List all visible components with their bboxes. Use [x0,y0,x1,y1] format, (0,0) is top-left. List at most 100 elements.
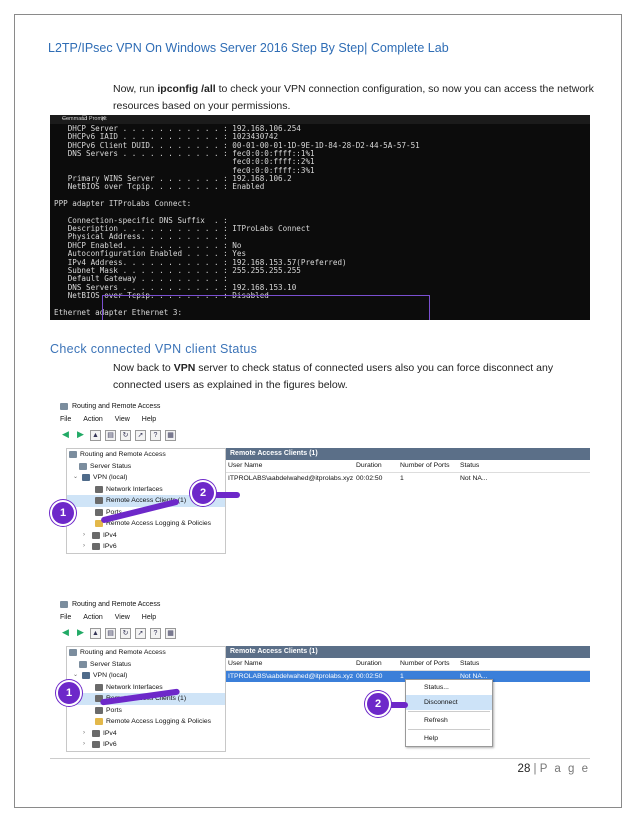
column-duration[interactable]: Duration [356,460,400,472]
ipv6-icon [92,741,100,749]
ppp-adapter-highlight-box [102,295,430,320]
window-controls-icon: — ☐ ✕ [62,116,112,122]
menu-file[interactable]: File [60,614,71,621]
back-icon[interactable]: ◀ [60,628,71,639]
forward-icon[interactable]: ▶ [75,628,86,639]
column-user-name[interactable]: User Name [226,658,356,670]
help-icon[interactable]: ? [150,430,161,441]
column-status[interactable]: Status [460,658,500,670]
footer-separator: | [533,763,537,775]
toolbar: ◀ ▶ ▲ ▤ ↻ ➚ ? ▦ [60,628,176,639]
menu-file[interactable]: File [60,416,71,423]
up-folder-icon[interactable]: ▲ [90,430,101,441]
ipv4-icon [92,729,100,737]
cell-status: Not NA... [460,475,488,482]
column-number-of-ports[interactable]: Number of Ports [400,460,460,472]
tree-label: Ports [106,706,122,714]
window-title: Routing and Remote Access [72,402,161,410]
cell-duration: 00:02:50 [356,673,383,680]
export-icon[interactable]: ➚ [135,430,146,441]
refresh-icon[interactable]: ↻ [120,628,131,639]
cell-ports: 1 [400,475,404,482]
cmd-line: PPP adapter ITProLabs Connect: [54,199,192,209]
vpn-server-icon [82,474,90,482]
menu-item-refresh[interactable]: Refresh [406,713,492,728]
menu-view[interactable]: View [115,416,130,423]
ipv6-icon [92,543,100,551]
show-hide-tree-icon[interactable]: ▤ [105,628,116,639]
chevron-right-icon[interactable]: › [83,541,89,553]
tree-label: Server Status [90,462,132,470]
refresh-icon[interactable]: ↻ [120,430,131,441]
tree-item-ipv4[interactable]: › IPv4 [67,530,225,542]
menu-help[interactable]: Help [142,614,156,621]
details-pane: Remote Access Clients (1) User Name Dura… [226,448,590,484]
column-status[interactable]: Status [460,460,500,472]
section-heading: Check connected VPN client Status [50,342,258,356]
menu-action[interactable]: Action [83,416,102,423]
export-icon[interactable]: ➚ [135,628,146,639]
tree-item-vpn[interactable]: ⌄ VPN (local) [67,670,225,682]
chevron-right-icon[interactable]: › [83,728,89,740]
up-folder-icon[interactable]: ▲ [90,628,101,639]
tree-item-root[interactable]: Routing and Remote Access [67,449,225,461]
menubar: File Action View Help [60,416,156,423]
menu-item-help[interactable]: Help [406,731,492,746]
back-icon[interactable]: ◀ [60,430,71,441]
table-row[interactable]: ITPROLABS\aabdelwahed@itprolabs.xyz 00:0… [226,473,590,484]
intro-paragraph: Now, run ipconfig /all to check your VPN… [113,81,594,115]
tree-item-ipv4[interactable]: › IPv4 [67,728,225,740]
tree-label: Routing and Remote Access [80,451,166,458]
toolbar: ◀ ▶ ▲ ▤ ↻ ➚ ? ▦ [60,430,176,441]
menu-item-status[interactable]: Status... [406,680,492,695]
menu-help[interactable]: Help [142,416,156,423]
menu-item-disconnect[interactable]: Disconnect [406,695,492,710]
column-user-name[interactable]: User Name [226,460,356,472]
column-number-of-ports[interactable]: Number of Ports [400,658,460,670]
tree-item-logging[interactable]: Remote Access Logging & Policies [67,518,225,530]
menu-separator [408,711,490,712]
tree-item-network-interfaces[interactable]: Network Interfaces [67,682,225,694]
chevron-right-icon[interactable]: › [83,739,89,751]
tree-item-ipv6[interactable]: › IPv6 [67,739,225,751]
tree-label: Network Interfaces [106,485,163,493]
server-icon [69,649,77,657]
tree-item-ipv6[interactable]: › IPv6 [67,541,225,553]
cell-user: ITPROLABS\aabdelwahed@itprolabs.xyz [228,673,354,680]
column-duration[interactable]: Duration [356,658,400,670]
tree-item-logging[interactable]: Remote Access Logging & Policies [67,716,225,728]
menu-action[interactable]: Action [83,614,102,621]
tree-item-ports[interactable]: Ports [67,705,225,717]
forward-icon[interactable]: ▶ [75,430,86,441]
tree-label: IPv4 [103,531,117,539]
cmd-line: NetBIOS over Tcpip. . . . . . . . : Enab… [54,182,265,192]
window-title: Routing and Remote Access [72,600,161,608]
clients-icon [95,497,103,505]
properties-icon[interactable]: ▦ [165,430,176,441]
tree-label: IPv4 [103,729,117,737]
intro-text-line2: resources based on your permissions. [113,100,291,112]
chevron-down-icon[interactable]: ⌄ [73,670,79,682]
tree-item-server-status[interactable]: Server Status [67,659,225,671]
properties-icon[interactable]: ▦ [165,628,176,639]
tree-label: IPv6 [103,543,117,550]
tree-item-root[interactable]: Routing and Remote Access [67,647,225,659]
menu-view[interactable]: View [115,614,130,621]
document-header: L2TP/IPsec VPN On Windows Server 2016 St… [48,41,449,55]
intro-command: ipconfig /all [157,83,216,95]
tree-item-server-status[interactable]: Server Status [67,461,225,473]
help-icon[interactable]: ? [150,628,161,639]
column-headers: User Name Duration Number of Ports Statu… [226,460,590,473]
chevron-down-icon[interactable]: ⌄ [73,472,79,484]
menu-separator [408,729,490,730]
ports-icon [95,508,103,516]
tree-label: Remote Access Logging & Policies [106,718,212,725]
vpn-server-icon [82,672,90,680]
menubar: File Action View Help [60,614,156,621]
chevron-right-icon[interactable]: › [83,530,89,542]
rras-icon [60,402,68,410]
cell-user: ITPROLABS\aabdelwahed@itprolabs.xyz [228,475,354,482]
window-titlebar: Routing and Remote Access [60,400,160,412]
show-hide-tree-icon[interactable]: ▤ [105,430,116,441]
details-pane: Remote Access Clients (1) User Name Dura… [226,646,590,682]
